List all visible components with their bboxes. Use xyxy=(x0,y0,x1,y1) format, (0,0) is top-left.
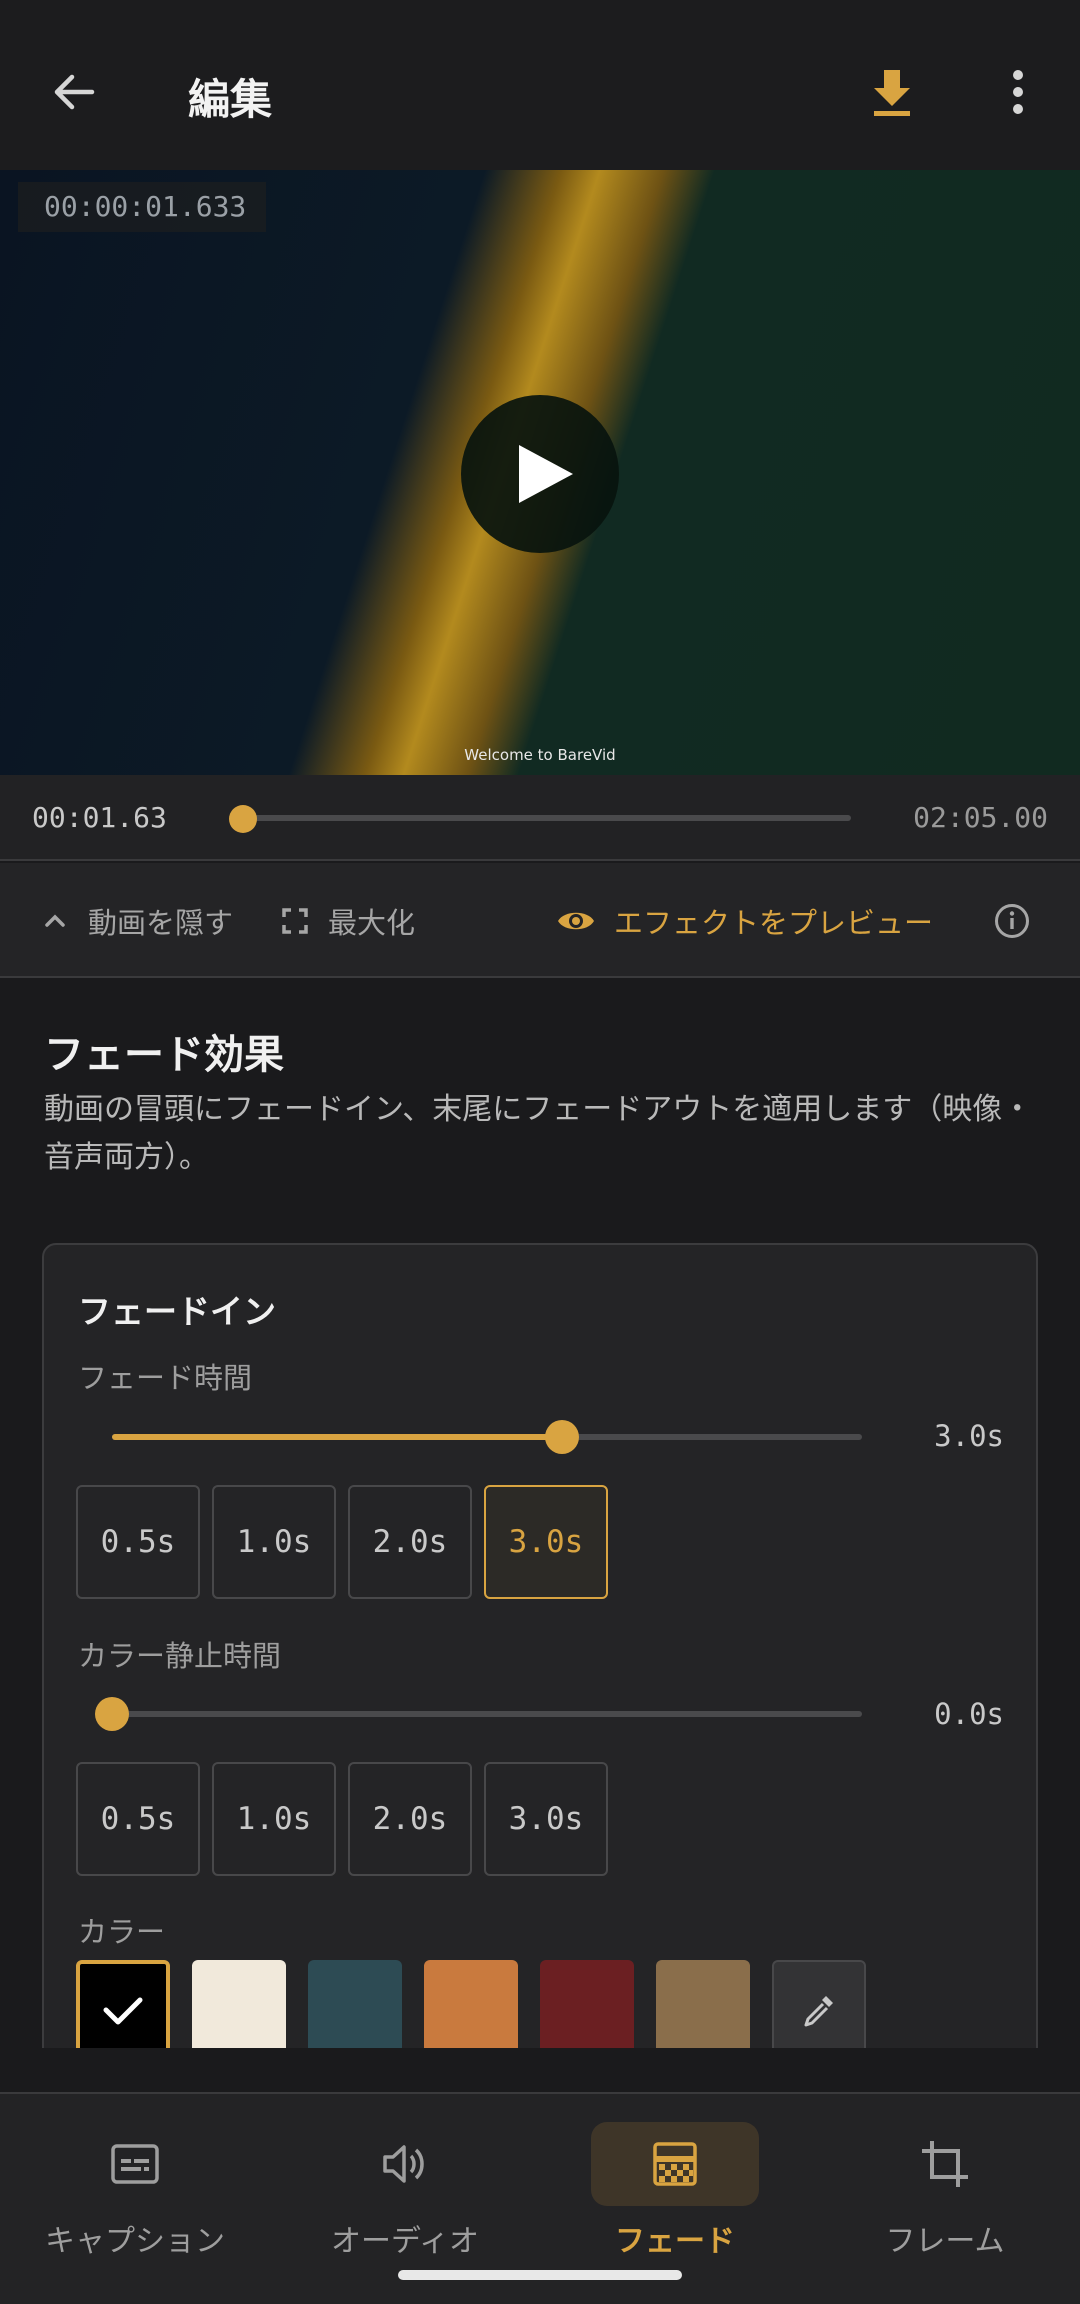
fullscreen-icon xyxy=(280,906,310,936)
duration-preset-chip[interactable]: 0.5s xyxy=(76,1485,200,1599)
duration-preset-chip[interactable]: 1.0s xyxy=(212,1485,336,1599)
preview-toolbar: 動画を隠す 最大化 エフェクトをプレビュー xyxy=(0,863,1080,978)
download-button[interactable] xyxy=(862,62,922,122)
video-caption: Welcome to BareVid xyxy=(464,746,616,764)
fade-duration-label: フェード時間 xyxy=(78,1361,253,1395)
fade-duration-fill xyxy=(112,1434,562,1440)
chevron-up-icon xyxy=(40,906,70,936)
fade-icon xyxy=(591,2122,759,2206)
hold-preset-chip[interactable]: 2.0s xyxy=(348,1762,472,1876)
section-title: フェード効果 xyxy=(44,1032,284,1078)
card-title: フェードイン xyxy=(78,1292,276,1331)
page-title: 編集 xyxy=(188,75,273,124)
hold-preset-chip[interactable]: 1.0s xyxy=(212,1762,336,1876)
eye-icon xyxy=(556,906,596,936)
video-timecode: 00:00:01.633 xyxy=(18,182,266,232)
color-swatch-teal[interactable] xyxy=(308,1960,402,2048)
info-button[interactable] xyxy=(994,903,1030,939)
nav-label: キャプション xyxy=(45,2224,225,2259)
color-picker-button[interactable] xyxy=(772,1960,866,2048)
total-time: 02:05.00 xyxy=(913,801,1048,834)
video-preview[interactable]: 00:00:01.633 Welcome to BareVid xyxy=(0,170,1080,775)
back-button[interactable] xyxy=(44,62,104,122)
volume-icon xyxy=(321,2122,489,2206)
nav-label: オーディオ xyxy=(331,2224,479,2259)
color-swatch-black[interactable] xyxy=(76,1960,170,2048)
color-swatch-orange[interactable] xyxy=(424,1960,518,2048)
duration-preset-chip[interactable]: 2.0s xyxy=(348,1485,472,1599)
color-swatch-cream[interactable] xyxy=(192,1960,286,2048)
more-options-button[interactable] xyxy=(988,62,1048,122)
play-button[interactable] xyxy=(461,395,619,553)
current-time: 00:01.63 xyxy=(32,801,167,834)
fade-duration-value: 3.0s xyxy=(934,1419,1004,1453)
preview-effect-button[interactable]: エフェクトをプレビュー xyxy=(556,863,933,978)
nav-label: フェード xyxy=(615,2224,735,2259)
nav-item-caption[interactable]: キャプション xyxy=(0,2094,270,2304)
color-swatch-maroon[interactable] xyxy=(540,1960,634,2048)
more-vert-icon xyxy=(1013,70,1023,114)
hold-duration-thumb[interactable] xyxy=(95,1697,129,1731)
arrow-left-icon xyxy=(54,74,95,110)
crop-icon xyxy=(861,2122,1029,2206)
home-indicator xyxy=(398,2270,682,2280)
app-bar: 編集 xyxy=(0,0,1080,170)
maximize-label: 最大化 xyxy=(328,905,416,940)
nav-item-frame[interactable]: フレーム xyxy=(810,2094,1080,2304)
hold-duration-label: カラー静止時間 xyxy=(78,1639,282,1673)
maximize-button[interactable]: 最大化 xyxy=(280,863,415,978)
caption-icon xyxy=(51,2122,219,2206)
fade-duration-slider[interactable] xyxy=(112,1434,862,1440)
hide-video-label: 動画を隠す xyxy=(88,905,234,940)
color-label: カラー xyxy=(78,1915,166,1949)
eyedropper-icon xyxy=(804,1996,833,2027)
play-icon xyxy=(519,445,573,503)
duration-preset-chip-selected[interactable]: 3.0s xyxy=(484,1485,608,1599)
fade-settings-panel[interactable]: フェード効果 動画の冒頭にフェードイン、末尾にフェードアウトを適用します（映像・… xyxy=(0,980,1080,2048)
hold-preset-chip[interactable]: 0.5s xyxy=(76,1762,200,1876)
hold-duration-slider[interactable] xyxy=(112,1711,862,1717)
nav-label: フレーム xyxy=(885,2224,1005,2259)
seek-thumb[interactable] xyxy=(229,805,257,833)
check-icon xyxy=(103,1997,143,2025)
preview-effect-label: エフェクトをプレビュー xyxy=(614,905,934,940)
seek-bar-row: 00:01.63 02:05.00 xyxy=(0,775,1080,861)
download-icon xyxy=(874,70,910,116)
bottom-navigation: キャプション オーディオ フェード フレーム xyxy=(0,2092,1080,2304)
fade-duration-thumb[interactable] xyxy=(545,1420,579,1454)
section-description: 動画の冒頭にフェードイン、末尾にフェードアウトを適用します（映像・音声両方）。 xyxy=(44,1092,1033,1175)
color-swatch-brown[interactable] xyxy=(656,1960,750,2048)
info-icon xyxy=(995,904,1029,938)
hold-duration-value: 0.0s xyxy=(934,1697,1004,1731)
fade-in-card: フェードイン フェード時間 3.0s 0.5s 1.0s 2.0s 3.0s カ… xyxy=(42,1243,1038,2048)
seek-track[interactable] xyxy=(235,815,851,821)
hold-preset-chip[interactable]: 3.0s xyxy=(484,1762,608,1876)
hide-video-button[interactable]: 動画を隠す xyxy=(40,863,233,978)
